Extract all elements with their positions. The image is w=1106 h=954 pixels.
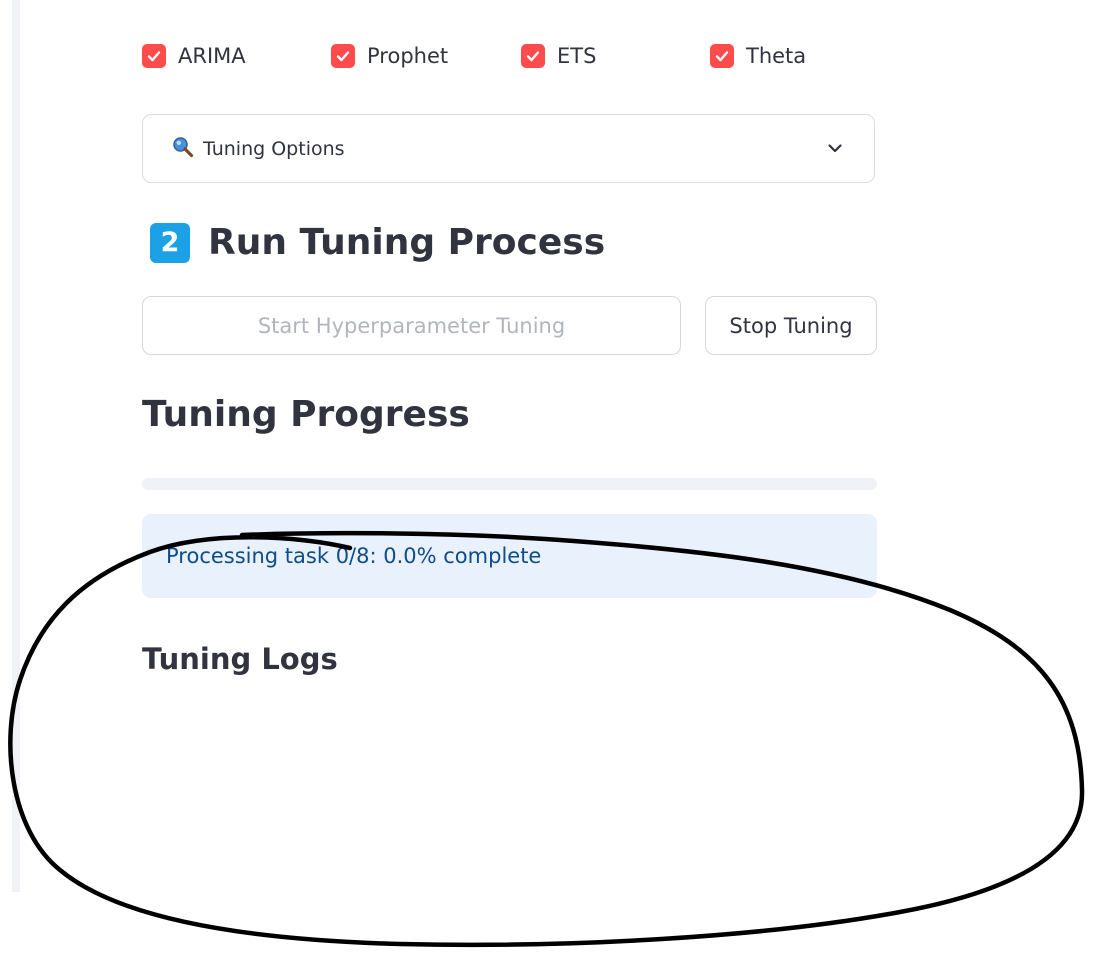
checkbox-checked-icon[interactable] [142, 44, 166, 68]
model-label: ETS [557, 44, 597, 68]
progress-status-text: Processing task 0/8: 0.0% complete [166, 544, 542, 568]
progress-status-box: Processing task 0/8: 0.0% complete [142, 514, 877, 598]
logs-title: Tuning Logs [142, 642, 338, 676]
checkbox-checked-icon[interactable] [331, 44, 355, 68]
checkbox-checked-icon[interactable] [710, 44, 734, 68]
section-header: 2 Run Tuning Process [150, 222, 605, 263]
model-checkbox-prophet[interactable]: Prophet [331, 44, 448, 68]
model-checkbox-theta[interactable]: Theta [710, 44, 806, 68]
model-checkbox-arima[interactable]: ARIMA [142, 44, 246, 68]
model-checkbox-row: ARIMA Prophet ETS Theta [142, 44, 877, 88]
start-tuning-button[interactable]: Start Hyperparameter Tuning [142, 296, 681, 355]
sidebar-edge [12, 0, 20, 892]
model-checkbox-ets[interactable]: ETS [521, 44, 596, 68]
progress-title: Tuning Progress [142, 394, 470, 435]
model-label: Theta [746, 44, 807, 68]
number-two-icon: 2 [150, 222, 190, 263]
model-label: ARIMA [178, 44, 246, 68]
section-title: Run Tuning Process [208, 222, 606, 263]
page: ARIMA Prophet ETS Theta Tuning Options 2… [0, 0, 1106, 954]
model-label: Prophet [367, 44, 449, 68]
checkbox-checked-icon[interactable] [521, 44, 545, 68]
magnifier-icon [171, 135, 195, 163]
progress-bar [142, 478, 877, 490]
stop-tuning-button[interactable]: Stop Tuning [705, 296, 877, 355]
expander-label: Tuning Options [203, 137, 345, 160]
tuning-options-expander[interactable]: Tuning Options [142, 114, 875, 183]
chevron-down-icon[interactable] [826, 139, 844, 161]
